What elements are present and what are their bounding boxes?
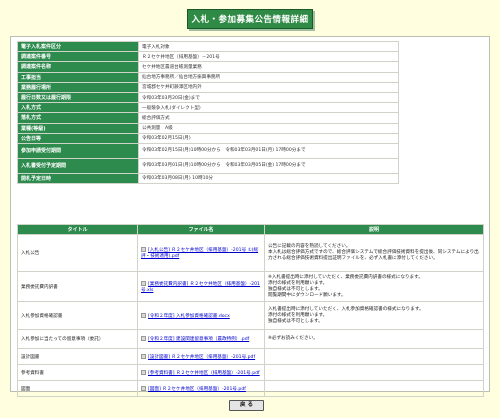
document-file-link[interactable]: [参考資料書] Ｒ２セケ井地区（排用基盤）-201号.pdf [148, 371, 260, 376]
info-value: 令和03年03月08日(月) 10時10分 [138, 172, 399, 185]
docs-header-desc: 説明 [264, 224, 484, 235]
file-icon [141, 247, 146, 252]
info-label: 業種(等級) [17, 122, 139, 134]
info-row: 参加申請受付期間 令和03年02月15日(月)10時00分から 令和03年03月0… [17, 142, 399, 159]
document-row: 設計図書 [設計図書] Ｒ２セケ井地区（排用基盤）-201号.pdf [17, 348, 484, 365]
document-file-link[interactable]: [業務委託費内訳書] Ｒ２セケ井地区（排用基盤）-201号.xls [141, 282, 260, 293]
info-value: 令和03年03月01日(月)10時00分から 令和03年03月05日(金) 17… [138, 157, 399, 174]
info-value: 一般競争入札(ダイレクト型) [138, 102, 399, 114]
document-file-link[interactable]: [令和２年度] 建設関連留意事項（農政特例）.pdf [148, 337, 249, 342]
main-frame: 電子入札案件区分 電子入札対象 調達案件番号 Ｒ２セケ井地区（排用基盤）－201号 調達… [10, 36, 490, 397]
file-icon [141, 312, 146, 318]
info-value: 公共測量 A级 [138, 122, 399, 134]
info-value: 令和03年02月15日(月)10時00分から 令和03年03月01日(月) 17… [138, 142, 399, 159]
document-file-cell: [図面] Ｒ２セケ井地区（排用基盤）-201号.pdf [137, 380, 265, 397]
docs-header-file: ファイル名 [137, 224, 265, 235]
info-row: 落札方式 総合評価方式 [17, 112, 399, 124]
document-description [264, 348, 484, 365]
docs-header-title: タイトル [17, 224, 138, 235]
document-description [264, 380, 484, 397]
document-title: 設計図書 [17, 348, 138, 365]
info-row: 履行日数又は履行期限 令和03年03月20日(金)まで [17, 91, 399, 104]
title-wrapper: 入札・参加募集公告情報詳細 [0, 9, 500, 29]
file-icon [141, 385, 146, 391]
info-row: 開札予定日時 令和03年03月08日(月) 10時10分 [17, 172, 399, 185]
document-row: 参考資料書 [参考資料書] Ｒ２セケ井地区（排用基盤）-201号.pdf [17, 364, 484, 381]
document-file-cell: [令和２年度] 入札参加資格確認書.docx [137, 301, 265, 330]
file-icon [141, 336, 146, 341]
info-label: 電子入札案件区分 [17, 40, 139, 53]
page-title: 入札・参加募集公告情報詳細 [187, 9, 313, 29]
document-title: 参考資料書 [17, 364, 138, 381]
info-label: 調達案件番号 [17, 51, 139, 63]
back-button[interactable]: 戻 る [229, 400, 264, 411]
document-description: 入札書提出時に添付していただく、入札参加資格確認書の様式になります。 添付の様式を… [264, 301, 484, 330]
info-label: 工事担当 [17, 71, 139, 83]
document-file-link[interactable]: [令和２年度] 入札参加資格確認書.docx [148, 314, 230, 319]
info-label: 入札書受付予定期間 [17, 157, 139, 174]
document-description: ※必ずお読みください。 [264, 329, 484, 349]
info-value: 電子入札対象 [138, 40, 399, 53]
description-line: 閲覧期間中にダウンロード願います。 [268, 292, 346, 298]
info-row: 電子入札案件区分 電子入札対象 [17, 40, 399, 53]
file-icon [141, 369, 146, 375]
info-row: 調達案件番号 Ｒ２セケ井地区（排用基盤）－201号 [17, 51, 399, 63]
info-row: 業種(等級) 公共測量 A级 [17, 122, 399, 134]
document-description [264, 364, 484, 381]
info-label: 入札方式 [17, 102, 139, 114]
document-file-cell: [設計図書] Ｒ２セケ井地区（排用基盤）-201号.pdf [137, 348, 265, 365]
description-line: 本入札は総合評価方式ですので、総合評価システムで総合評価技術資料を提出後、同シス… [268, 250, 479, 261]
info-value: 令和03年03月20日(金)まで [138, 91, 399, 104]
description-line: 独自様式は不可とします。 [268, 318, 323, 324]
file-icon [141, 353, 146, 359]
document-file-cell: [参考資料書] Ｒ２セケ井地区（排用基盤）-201号.pdf [137, 364, 265, 381]
document-row: 入札参加に当たっての留意事項（委託） [令和２年度] 建設関連留意事項（農政特例）… [17, 329, 484, 349]
document-file-link[interactable]: [設計図書] Ｒ２セケ井地区（排用基盤）-201号.pdf [148, 355, 255, 360]
document-file-cell: [令和２年度] 建設関連留意事項（農政特例）.pdf [137, 329, 265, 349]
info-value: Ｒ２セケ井地区（排用基盤）－201号 [138, 51, 399, 63]
document-title: 入札公告 [17, 234, 138, 272]
info-table: 電子入札案件区分 電子入札対象 調達案件番号 Ｒ２セケ井地区（排用基盤）－201号 調達… [17, 40, 399, 185]
description-line: ※必ずお読みください。 [268, 336, 318, 341]
document-row: 入札参加資格確認書 [令和２年度] 入札参加資格確認書.docx 入札書提出時に添付… [17, 301, 484, 330]
document-file-cell: [業務委託費内訳書] Ｒ２セケ井地区（排用基盤）-201号.xls [137, 271, 265, 302]
document-title: 業務委託費内訳書 [17, 271, 138, 302]
document-row: 業務委託費内訳書 [業務委託費内訳書] Ｒ２セケ井地区（排用基盤）-201号.xl… [17, 271, 484, 302]
document-title: 図面 [17, 380, 138, 397]
info-value: 総合評価方式 [138, 112, 399, 124]
document-row: 入札公告 [入札公告] Ｒ２セケ井地区（排用基盤）-201号 ①(総評・技術適用)… [17, 234, 484, 272]
info-row: 工事担当 仙台地方事務所／仙台地方振興事務所 [17, 71, 399, 83]
document-file-link[interactable]: [入札公告] Ｒ２セケ井地区（排用基盤）-201号 ①(総評・技術適用).pdf [141, 248, 258, 259]
info-value: 仙台地方事務所／仙台地方振興事務所 [138, 71, 399, 83]
info-label: 開札予定日時 [17, 172, 139, 185]
document-title: 入札参加に当たっての留意事項（委託） [17, 329, 138, 349]
info-label: 公告日等 [17, 132, 139, 144]
document-row: 図面 [図面] Ｒ２セケ井地区（排用基盤）-201号.pdf [17, 380, 484, 397]
info-label: 調達案件名称 [17, 61, 139, 73]
document-file-cell: [入札公告] Ｒ２セケ井地区（排用基盤）-201号 ①(総評・技術適用).pdf [137, 234, 265, 272]
info-row: 公告日等 令和03年02月15日(月) [17, 132, 399, 144]
info-row: 調達案件名称 セケ井地区農道台帳測量業務 [17, 61, 399, 73]
info-label: 業務履行場所 [17, 81, 139, 93]
info-row: 業務履行場所 宮城郡セケ井町蕨澤区地内外 [17, 81, 399, 93]
info-label: 落札方式 [17, 112, 139, 124]
document-title: 入札参加資格確認書 [17, 301, 138, 330]
info-value: 宮城郡セケ井町蕨澤区地内外 [138, 81, 399, 93]
info-row: 入札書受付予定期間 令和03年03月01日(月)10時00分から 令和03年03月… [17, 157, 399, 174]
documents-table: タイトル ファイル名 説明 入札公告 [入札公告] Ｒ２セケ井地区（排用基盤）-2… [17, 224, 484, 397]
info-label: 参加申請受付期間 [17, 142, 139, 159]
document-description: 公告に記載の内容を熟読してください。 本入札は総合評価方式ですので、総合評価システ… [264, 234, 484, 272]
info-value: 令和03年02月15日(月) [138, 132, 399, 144]
document-description: ※入札書提出時に添付していただく、業務委託費内訳書の様式になります。 添付の様式を… [264, 271, 484, 302]
info-row: 入札方式 一般競争入札(ダイレクト型) [17, 102, 399, 114]
file-icon [141, 280, 146, 286]
info-label: 履行日数又は履行期限 [17, 91, 139, 104]
document-file-link[interactable]: [図面] Ｒ２セケ井地区（排用基盤）-201号.pdf [148, 387, 246, 392]
info-value: セケ井地区農道台帳測量業務 [138, 61, 399, 73]
